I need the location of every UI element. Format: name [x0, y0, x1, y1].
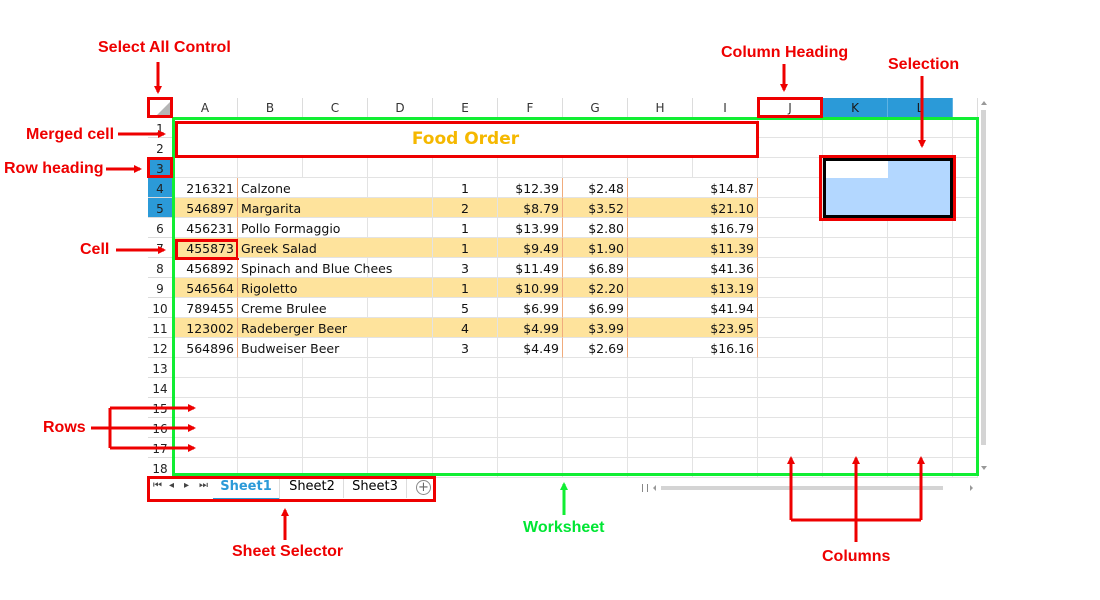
cell-qty[interactable]: 1 [433, 218, 498, 238]
cell-item[interactable]: Rigoletto [238, 278, 433, 298]
cell-item[interactable]: Margarita [238, 198, 433, 218]
cell-qty[interactable]: 1 [433, 238, 498, 258]
cell-qty[interactable]: 5 [433, 298, 498, 318]
cell-qty[interactable]: 1 [433, 278, 498, 298]
cell-qty[interactable]: 2 [433, 198, 498, 218]
cell-qty[interactable]: 3 [433, 338, 498, 358]
cell-qty[interactable]: 1 [433, 178, 498, 198]
cell-item[interactable]: Greek Salad [238, 238, 433, 258]
cell-total[interactable]: $11.39 [628, 238, 758, 258]
cell-item[interactable]: Spinach and Blue Chees [238, 258, 433, 278]
cell-total[interactable]: $21.10 [628, 198, 758, 218]
cell-item[interactable]: Radeberger Beer [238, 318, 433, 338]
cell-total[interactable]: $41.94 [628, 298, 758, 318]
cell-total[interactable]: $14.87 [628, 178, 758, 198]
cell-item[interactable]: Pollo Formaggio [238, 218, 433, 238]
annotation-arrows [91, 62, 926, 542]
cell-total[interactable]: $41.36 [628, 258, 758, 278]
cell-qty[interactable]: 4 [433, 318, 498, 338]
cell-qty[interactable]: 3 [433, 258, 498, 278]
cell-item[interactable]: Calzone [238, 178, 433, 198]
cell-total[interactable]: $13.19 [628, 278, 758, 298]
cell-total[interactable]: $16.16 [628, 338, 758, 358]
cell-total[interactable]: $16.79 [628, 218, 758, 238]
cell-total[interactable]: $23.95 [628, 318, 758, 338]
cell-item[interactable]: Budweiser Beer [238, 338, 433, 358]
cell-item[interactable]: Creme Brulee [238, 298, 433, 318]
